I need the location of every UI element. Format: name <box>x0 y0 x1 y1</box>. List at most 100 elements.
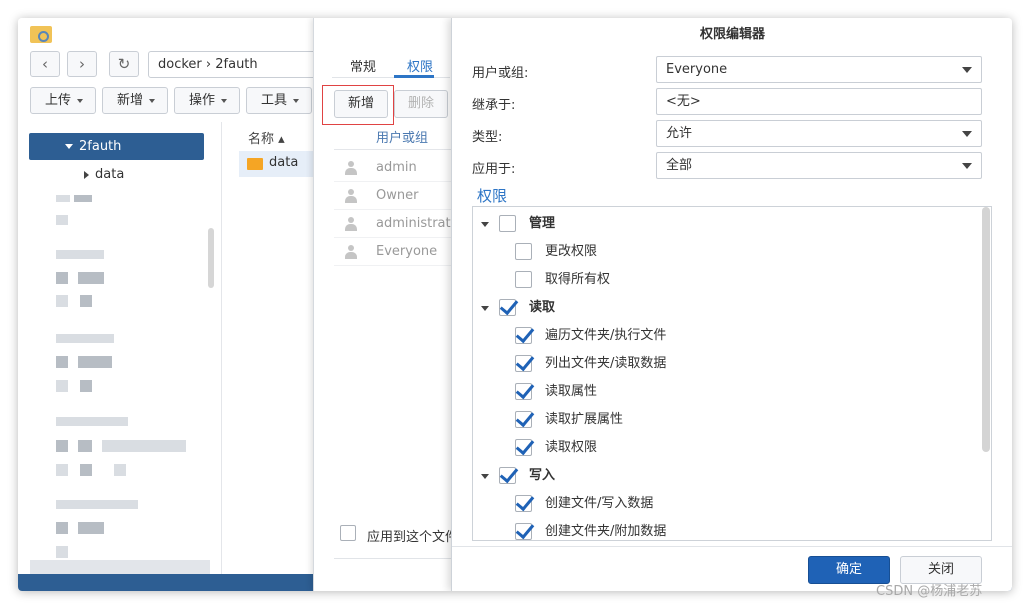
permission-label: 创建文件/写入数据 <box>545 496 654 511</box>
path-current[interactable]: 2fauth <box>215 57 257 72</box>
refresh-button[interactable]: ↻ <box>109 51 139 77</box>
permission-row[interactable]: Owner <box>334 182 454 210</box>
user-icon <box>344 161 358 175</box>
permission-label: 读取扩展属性 <box>545 412 624 427</box>
tab-permission[interactable]: 权限 <box>407 56 433 75</box>
file-row[interactable]: data <box>239 151 319 177</box>
blurred-item <box>56 546 68 558</box>
blurred-item <box>114 464 126 476</box>
expand-icon[interactable] <box>481 306 489 311</box>
group-checkbox[interactable] <box>499 299 516 316</box>
expand-icon[interactable] <box>481 474 489 479</box>
path-bar[interactable]: docker › 2fauth <box>148 51 328 78</box>
blurred-item <box>56 464 68 476</box>
apply-to-file-checkbox[interactable] <box>340 525 356 541</box>
permission-checkbox[interactable] <box>515 271 532 288</box>
blurred-item <box>56 215 68 225</box>
footer-divider <box>452 546 1012 547</box>
blurred-item <box>102 440 186 452</box>
blurred-item <box>56 417 128 426</box>
permission-label: 列出文件夹/读取数据 <box>545 356 667 371</box>
inherit-label: 继承于: <box>472 98 516 113</box>
tab-general[interactable]: 常规 <box>350 56 376 75</box>
add-button[interactable]: 新增 <box>334 90 388 118</box>
permission-row[interactable]: admin <box>334 154 454 182</box>
chevron-down-icon <box>221 98 228 103</box>
blurred-item <box>78 272 104 284</box>
permission-label: 遍历文件夹/执行文件 <box>545 328 667 343</box>
blurred-item <box>56 522 68 534</box>
blurred-item <box>56 295 68 307</box>
blurred-item <box>78 440 92 452</box>
path-separator-icon: › <box>205 57 216 72</box>
type-label: 类型: <box>472 130 503 145</box>
properties-dialog: 常规 权限 新增 删除 用户或组 admin Owner administrat… <box>313 18 458 591</box>
chevron-down-icon <box>293 98 300 103</box>
path-root[interactable]: docker <box>158 57 202 72</box>
chevron-down-icon <box>962 163 972 169</box>
permission-label: 取得所有权 <box>545 272 611 287</box>
permission-label: 读取属性 <box>545 384 598 399</box>
editor-title: 权限编辑器 <box>699 27 765 42</box>
permission-checkbox[interactable] <box>515 383 532 400</box>
group-label: 读取 <box>529 300 556 315</box>
name-column-header[interactable]: 名称 ▴ <box>248 128 285 147</box>
create-button[interactable]: 新增 <box>102 87 168 114</box>
action-button[interactable]: 操作 <box>174 87 240 114</box>
permission-row[interactable]: administrators <box>334 210 454 238</box>
forward-button[interactable]: › <box>67 51 97 77</box>
expand-icon[interactable] <box>481 222 489 227</box>
type-select[interactable]: 允许 <box>656 120 982 147</box>
watermark: CSDN @杨浦老苏 <box>876 584 983 599</box>
blurred-item <box>56 440 68 452</box>
permission-label: 创建文件夹/附加数据 <box>545 524 667 539</box>
blurred-item <box>56 356 68 368</box>
folder-icon <box>247 158 263 170</box>
upload-button[interactable]: 上传 <box>30 87 96 114</box>
blurred-item <box>78 356 112 368</box>
blurred-item <box>56 250 104 259</box>
tree-item-data[interactable]: data <box>83 166 124 184</box>
back-button[interactable]: ‹ <box>30 51 60 77</box>
file-station-window: ‹ › ↻ docker › 2fauth 上传 新增 操作 工具 2fauth… <box>18 18 1012 591</box>
user-select[interactable]: Everyone <box>656 56 982 83</box>
blurred-item <box>80 380 92 392</box>
blurred-item <box>56 272 68 284</box>
user-group-column-header: 用户或组 <box>334 126 454 150</box>
delete-button[interactable]: 删除 <box>394 90 448 118</box>
permission-checkbox[interactable] <box>515 523 532 540</box>
permission-checkbox[interactable] <box>515 439 532 456</box>
permission-checkbox[interactable] <box>515 411 532 428</box>
blurred-item <box>80 464 92 476</box>
permission-editor-dialog: 权限编辑器 用户或组: Everyone 继承于: <无> 类型: 允许 应用于… <box>451 18 1012 591</box>
group-icon <box>344 189 358 203</box>
chevron-down-icon <box>77 98 84 103</box>
permission-checkbox[interactable] <box>515 495 532 512</box>
group-icon <box>344 217 358 231</box>
permission-checkbox[interactable] <box>515 243 532 260</box>
permission-row[interactable]: Everyone <box>334 238 454 266</box>
chevron-down-icon <box>149 98 156 103</box>
user-label: 用户或组: <box>472 66 529 81</box>
blurred-item <box>74 195 92 202</box>
tree-scrollbar[interactable] <box>208 228 214 288</box>
apply-to-select[interactable]: 全部 <box>656 152 982 179</box>
blurred-item <box>80 295 92 307</box>
blurred-item <box>56 334 114 343</box>
permission-section-title: 权限 <box>477 187 508 205</box>
group-checkbox[interactable] <box>499 467 516 484</box>
permission-scrollbar[interactable] <box>982 207 990 452</box>
permission-checkbox[interactable] <box>515 355 532 372</box>
group-checkbox[interactable] <box>499 215 516 232</box>
blurred-item <box>56 195 70 202</box>
group-icon <box>344 245 358 259</box>
chevron-down-icon <box>962 131 972 137</box>
folder-tree: 2fauth data <box>18 122 218 591</box>
file-name: data <box>269 155 299 170</box>
tools-button[interactable]: 工具 <box>246 87 312 114</box>
blurred-item <box>56 500 138 509</box>
blurred-item <box>56 380 68 392</box>
tree-item-2fauth[interactable]: 2fauth <box>29 133 204 160</box>
permission-checkbox[interactable] <box>515 327 532 344</box>
blurred-item <box>78 522 104 534</box>
